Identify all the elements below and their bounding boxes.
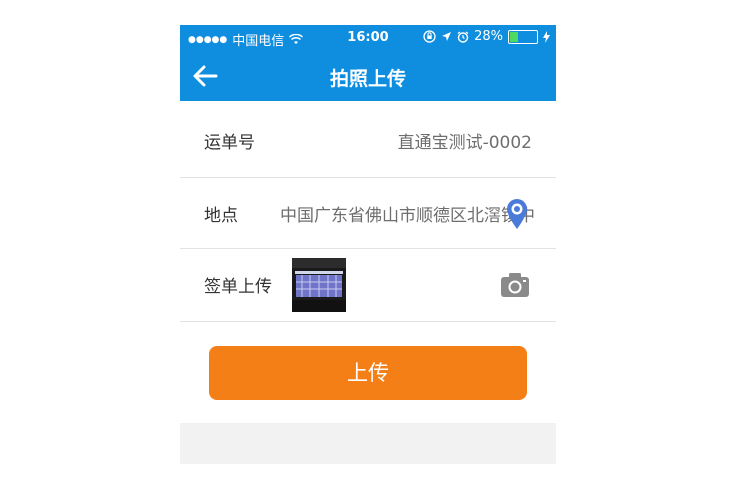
phone-screen: ●●●●● 中国电信 16:00 28% 拍照上传 运单号 直通宝测试-0002… — [180, 25, 556, 464]
nav-bar: 拍照上传 — [180, 51, 556, 101]
waybill-label: 运单号 — [204, 133, 255, 153]
battery-fill — [510, 31, 518, 42]
receipt-label: 签单上传 — [204, 277, 272, 297]
location-label: 地点 — [204, 206, 238, 226]
camera-icon[interactable] — [500, 272, 530, 298]
charging-icon — [543, 30, 550, 43]
battery-percent: 28% — [474, 29, 503, 44]
location-value[interactable]: 中国广东省佛山市顺德区北滘镇中 — [280, 201, 535, 226]
waybill-value: 直通宝测试-0002 — [397, 133, 532, 153]
status-right: 28% — [423, 29, 550, 44]
bottom-background — [180, 423, 556, 464]
alarm-icon — [457, 30, 469, 43]
receipt-photo-thumbnail[interactable] — [292, 258, 346, 312]
status-bar: ●●●●● 中国电信 16:00 28% — [180, 25, 556, 51]
page-title: 拍照上传 — [329, 68, 406, 90]
location-row[interactable]: 地点 中国广东省佛山市顺德区北滘镇中 — [180, 178, 556, 249]
battery-icon — [508, 29, 538, 44]
receipt-upload-row: 签单上传 — [180, 249, 556, 322]
rotation-lock-icon — [423, 30, 436, 43]
location-arrow-icon — [442, 32, 452, 41]
location-pin-icon[interactable] — [506, 198, 528, 230]
waybill-row: 运单号 直通宝测试-0002 — [180, 101, 556, 178]
upload-button[interactable]: 上传 — [209, 346, 527, 400]
